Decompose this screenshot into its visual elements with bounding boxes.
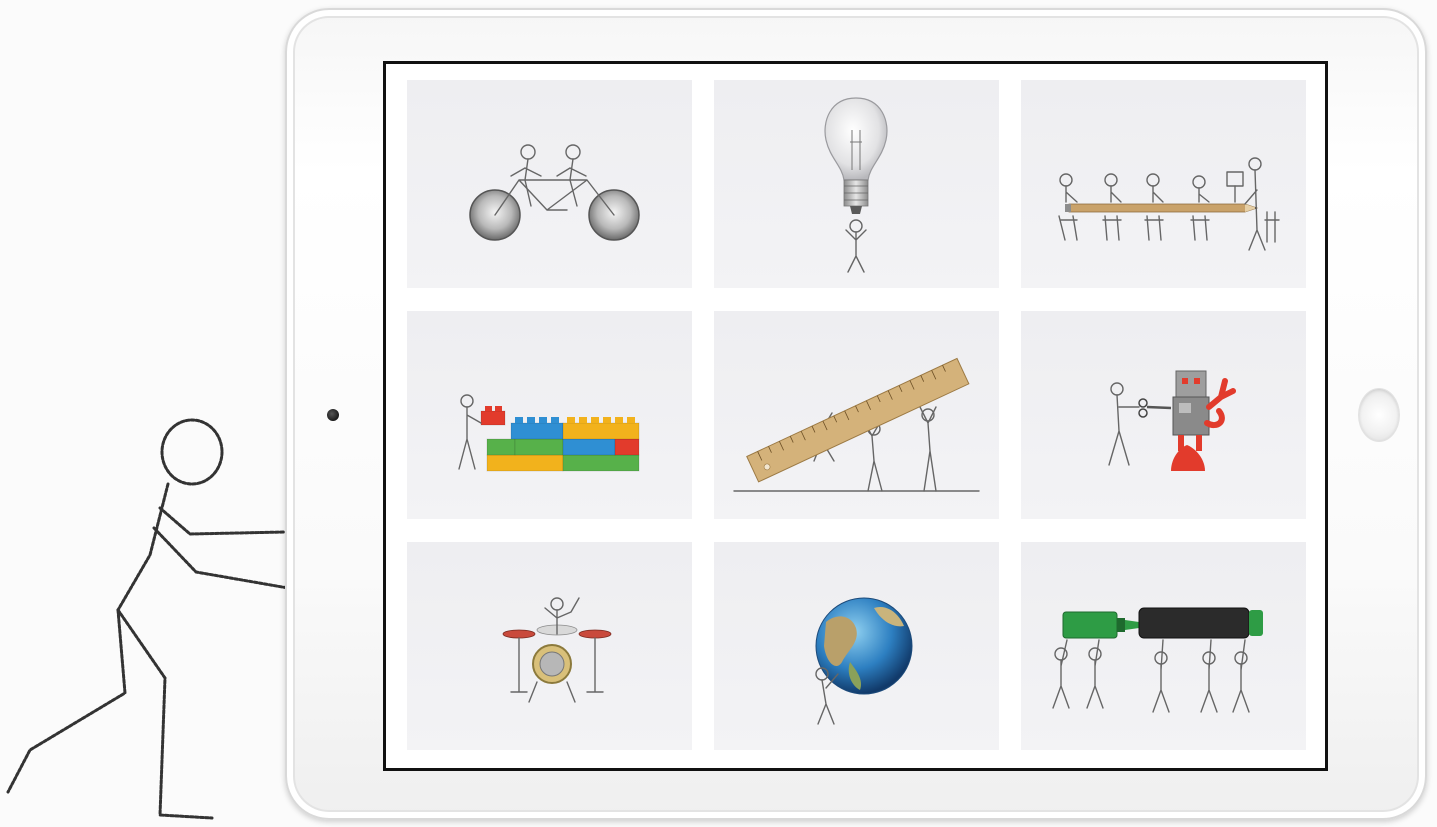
robot-scissors-icon bbox=[1108, 370, 1236, 471]
globe-carrying-icon bbox=[815, 597, 913, 725]
building-blocks-icon bbox=[458, 394, 640, 472]
gallery-tile[interactable] bbox=[407, 80, 692, 288]
gallery-tile[interactable] bbox=[1021, 311, 1306, 519]
light-bulb-icon bbox=[824, 97, 888, 273]
stick-figure-pushing-tablet-icon bbox=[6, 418, 290, 820]
gallery-tile[interactable] bbox=[407, 542, 692, 750]
ruler-lifting-icon bbox=[733, 357, 980, 492]
highlighter-carrying-icon bbox=[1052, 607, 1263, 713]
scene bbox=[0, 0, 1437, 827]
home-button-icon[interactable] bbox=[1358, 388, 1400, 442]
gallery-tile[interactable] bbox=[1021, 542, 1306, 750]
gallery-tile[interactable] bbox=[714, 542, 999, 750]
front-camera-icon bbox=[327, 409, 339, 421]
gallery-tile[interactable] bbox=[714, 80, 999, 288]
gallery-tile[interactable] bbox=[407, 311, 692, 519]
tablet-screen bbox=[383, 61, 1328, 771]
gallery-tile[interactable] bbox=[714, 311, 999, 519]
drum-kit-icon bbox=[502, 597, 612, 703]
pencil-conference-table-icon bbox=[1058, 157, 1280, 251]
tandem-bicycle-icon bbox=[469, 144, 640, 241]
gallery-tile[interactable] bbox=[1021, 80, 1306, 288]
